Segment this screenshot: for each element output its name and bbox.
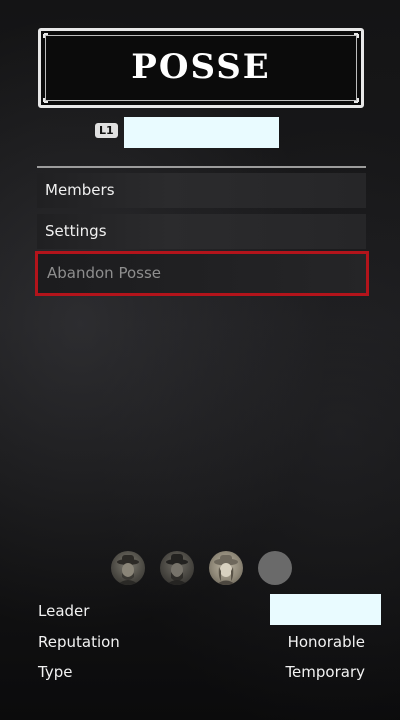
member-avatar[interactable] bbox=[209, 551, 243, 585]
title-plaque: POSSE bbox=[38, 28, 364, 108]
current-tab-name bbox=[124, 117, 279, 148]
corner-ornament-icon bbox=[39, 29, 56, 46]
divider bbox=[37, 166, 366, 168]
menu-item-members[interactable]: Members bbox=[37, 173, 366, 208]
member-avatar[interactable] bbox=[111, 551, 145, 585]
menu-item-abandon-posse[interactable]: Abandon Posse bbox=[35, 251, 369, 296]
cowboy-portrait-icon bbox=[166, 554, 188, 585]
corner-ornament-icon bbox=[39, 90, 56, 107]
member-avatar[interactable] bbox=[160, 551, 194, 585]
empty-member-slot bbox=[258, 551, 292, 585]
menu-item-settings[interactable]: Settings bbox=[37, 214, 366, 249]
l1-bumper-button[interactable]: L1 bbox=[95, 123, 118, 138]
cowgirl-portrait-icon bbox=[214, 555, 238, 585]
type-value: Temporary bbox=[285, 663, 365, 681]
leader-value bbox=[270, 594, 381, 625]
corner-ornament-icon bbox=[346, 90, 363, 107]
reputation-value: Honorable bbox=[287, 633, 365, 651]
corner-ornament-icon bbox=[346, 29, 363, 46]
cowboy-portrait-icon bbox=[117, 555, 139, 585]
type-label: Type bbox=[38, 663, 73, 681]
reputation-label: Reputation bbox=[38, 633, 120, 651]
page-title: POSSE bbox=[131, 47, 271, 87]
leader-label: Leader bbox=[38, 602, 90, 620]
